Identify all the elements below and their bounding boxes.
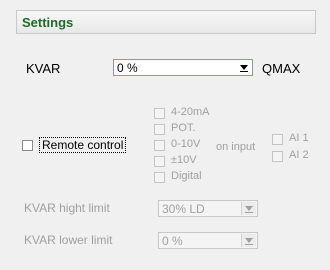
remote-control-label[interactable]: Remote control — [39, 137, 127, 153]
kvar-value: 0 % — [117, 61, 138, 75]
option-0-10v-label: 0-10V — [171, 138, 201, 150]
kvar-dropdown-button[interactable] — [237, 61, 251, 74]
chevron-down-icon — [245, 206, 253, 211]
input-ai2-label: AI 2 — [289, 149, 309, 161]
option-digital-checkbox[interactable] — [154, 172, 165, 183]
remote-control-checkbox[interactable] — [22, 140, 33, 151]
kvar-label: KVAR — [26, 61, 61, 76]
kvar-lower-limit-dropdown-button[interactable] — [241, 234, 256, 247]
arrow-base — [245, 244, 253, 245]
kvar-lower-limit-dropdown[interactable]: 0 % — [158, 232, 258, 249]
option-4-20ma-label: 4-20mA — [171, 106, 210, 118]
settings-title: Settings — [22, 15, 74, 30]
kvar-high-limit-dropdown-button[interactable] — [241, 202, 256, 215]
input-ai1-label: AI 1 — [289, 132, 309, 144]
kvar-lower-limit-label: KVAR lower limit — [24, 233, 113, 247]
arrow-base — [240, 71, 248, 72]
option-pm10v-checkbox[interactable] — [154, 156, 165, 167]
settings-header: Settings — [16, 10, 316, 34]
option-pm10v-label: ±10V — [171, 154, 197, 166]
option-0-10v-checkbox[interactable] — [154, 140, 165, 151]
kvar-dropdown[interactable]: 0 % — [113, 59, 253, 76]
kvar-high-limit-value: 30% LD — [162, 202, 205, 216]
arrow-base — [245, 212, 253, 213]
kvar-high-limit-dropdown[interactable]: 30% LD — [158, 200, 258, 217]
on-input-label: on input — [216, 141, 256, 153]
input-ai2-checkbox[interactable] — [272, 151, 283, 162]
settings-panel: Settings KVAR 0 % QMAX Remote control 4-… — [16, 10, 316, 262]
option-pot-label: POT. — [171, 122, 196, 134]
kvar-high-limit-label: KVAR hight limit — [24, 201, 110, 215]
chevron-down-icon — [240, 65, 248, 70]
kvar-lower-limit-value: 0 % — [162, 234, 183, 248]
qmax-label: QMAX — [262, 61, 301, 76]
option-digital-label: Digital — [171, 170, 202, 182]
chevron-down-icon — [245, 238, 253, 243]
option-pot-checkbox[interactable] — [154, 124, 165, 135]
input-ai1-checkbox[interactable] — [272, 134, 283, 145]
option-4-20ma-checkbox[interactable] — [154, 108, 165, 119]
